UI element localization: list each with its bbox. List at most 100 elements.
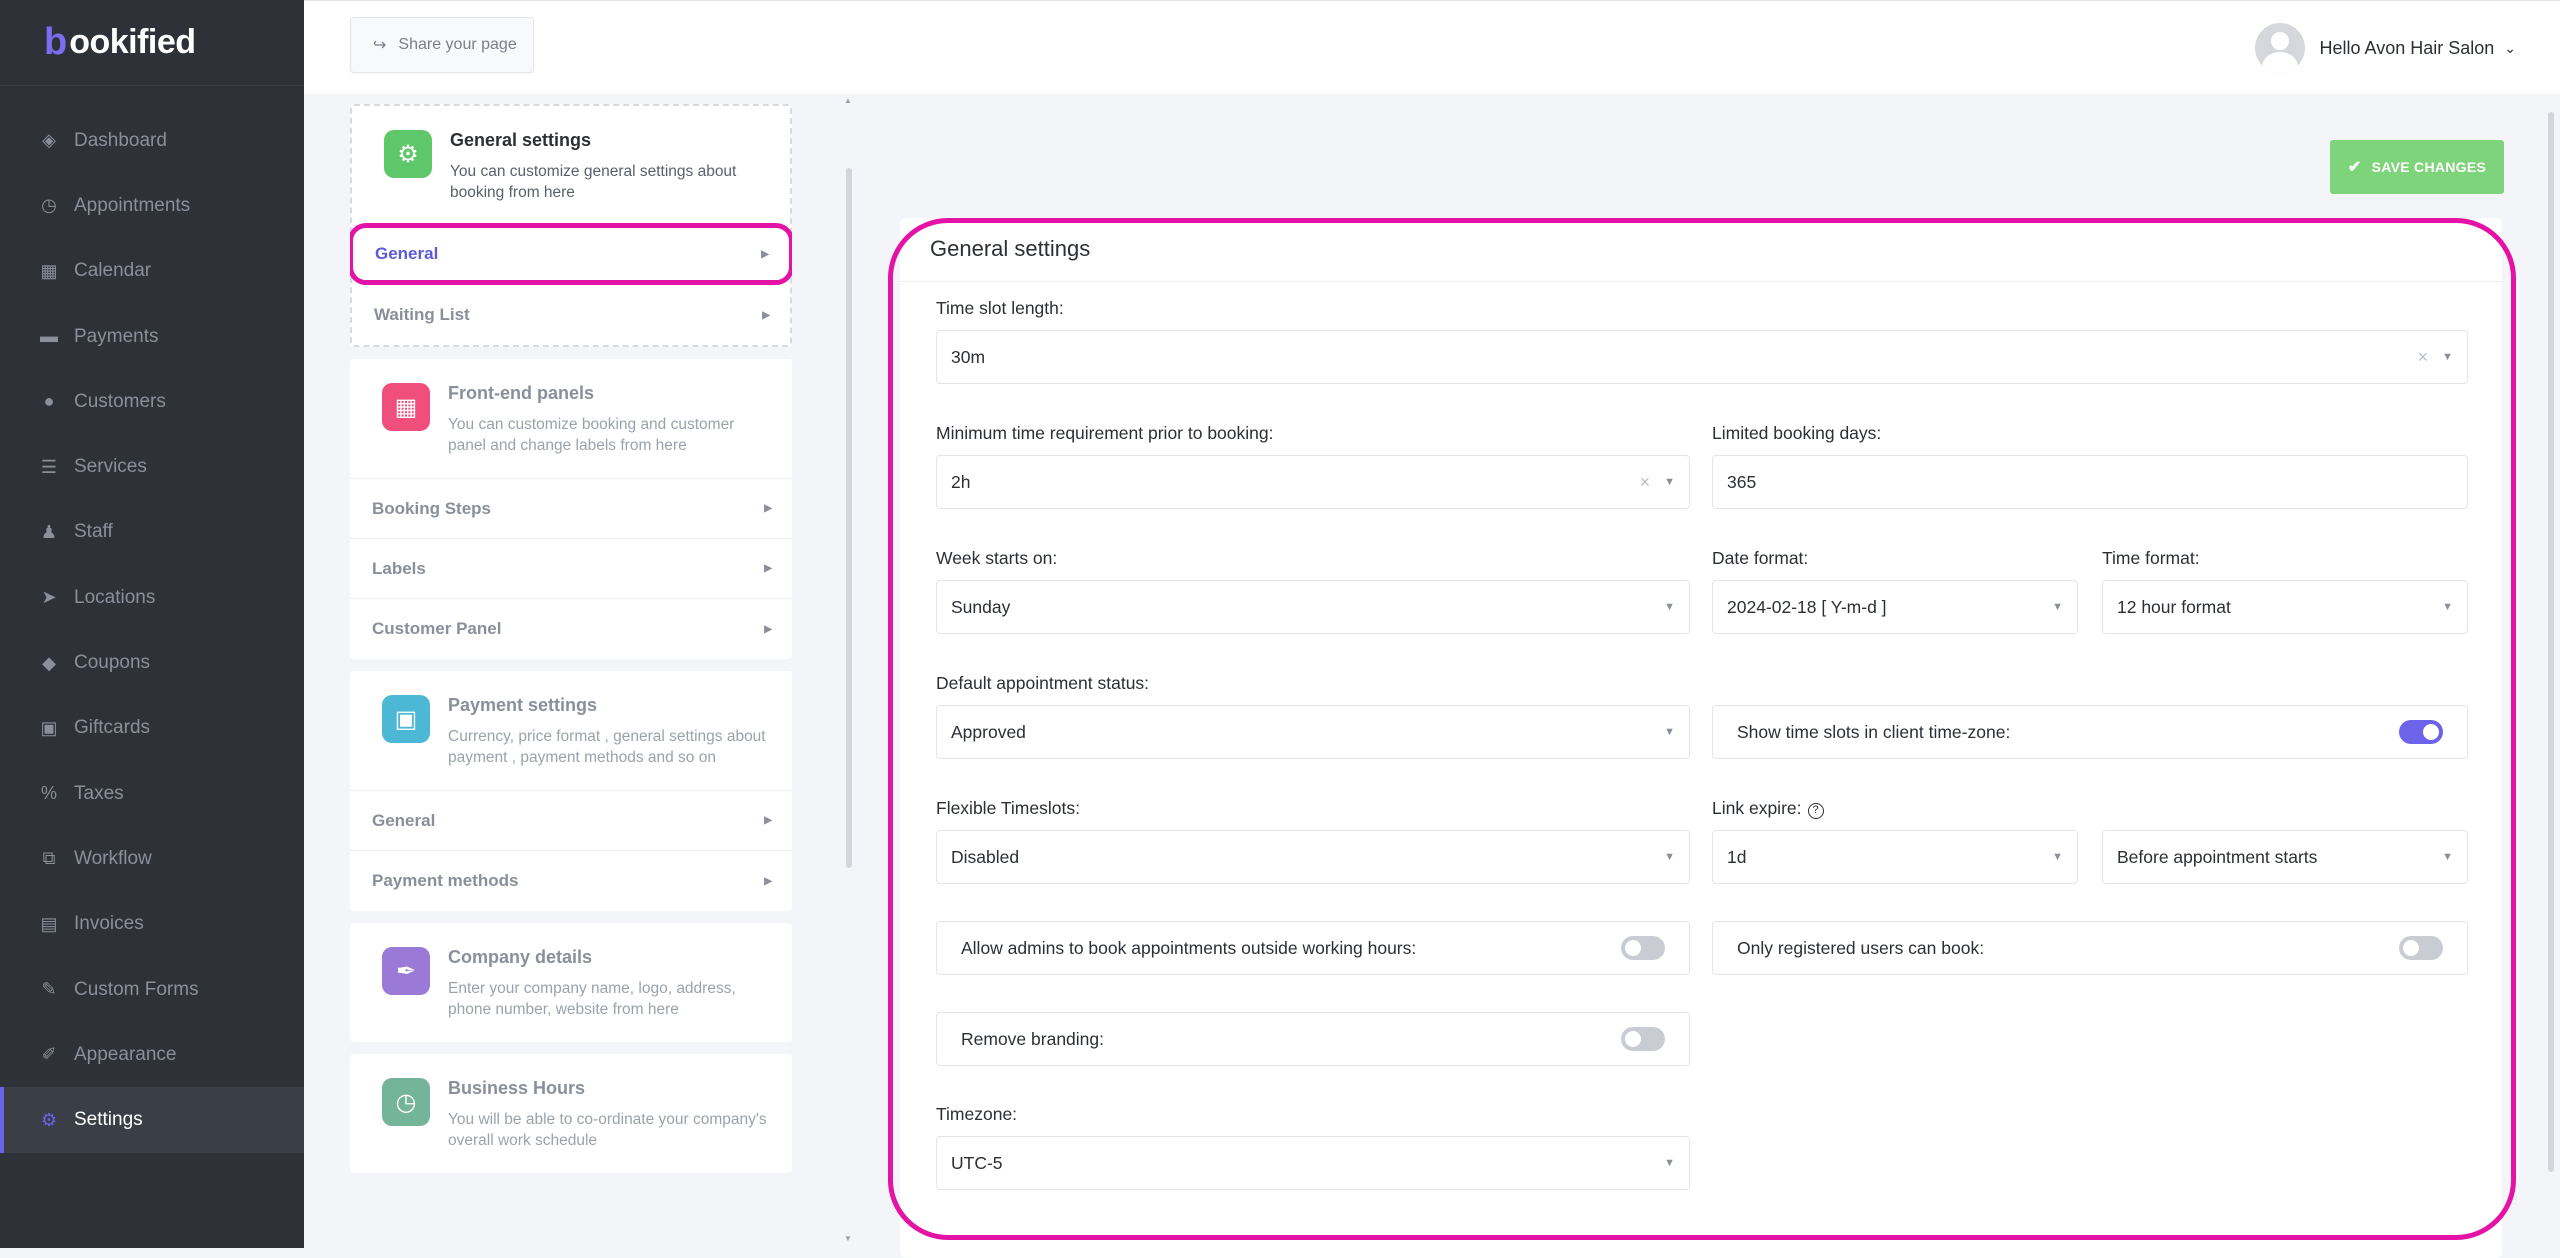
left-scrollbar[interactable] — [846, 168, 852, 868]
sidebar-item-settings[interactable]: ⚙ Settings — [0, 1087, 304, 1154]
sidebar-item-coupons[interactable]: ◆ Coupons — [0, 630, 304, 695]
link-expire-select[interactable]: 1d ▼ — [1712, 830, 2078, 884]
sidebar-item-invoices[interactable]: ▤ Invoices — [0, 892, 304, 957]
time-format-label: Time format: — [2102, 548, 2200, 568]
chevron-down-icon: ▼ — [1664, 476, 1675, 488]
user-menu[interactable]: Hello Avon Hair Salon ⌄ — [2255, 23, 2516, 73]
limited-days-label: Limited booking days: — [1712, 423, 1882, 443]
sidebar-item-custom-forms[interactable]: ✎ Custom Forms — [0, 957, 304, 1022]
main-scrollbar[interactable] — [2548, 112, 2554, 1172]
sidebar-item-label: Customers — [74, 390, 166, 412]
menu-item-label: General — [372, 810, 436, 830]
gift-icon: ▣ — [40, 717, 58, 738]
menu-item-general[interactable]: General ▶ — [350, 223, 792, 285]
sidebar-item-appearance[interactable]: ✐ Appearance — [0, 1022, 304, 1087]
file-icon: ▤ — [40, 913, 58, 934]
logo[interactable]: b ookified — [0, 0, 304, 86]
top-bar: ↪ Share your page Hello Avon Hair Salon … — [304, 0, 2560, 94]
logo-mark: b — [44, 21, 68, 63]
sidebar-item-label: Services — [74, 456, 147, 478]
tag-icon: ◆ — [42, 652, 56, 673]
client-timezone-label: Show time slots in client time-zone: — [1737, 721, 2011, 742]
menu-item-labels[interactable]: Labels ▶ — [350, 539, 792, 599]
question-circle-icon[interactable]: ? — [1807, 803, 1824, 819]
registered-only-toggle[interactable] — [2399, 936, 2443, 960]
logo-text: ookified — [69, 23, 196, 61]
card-header: ▦ Front-end panels You can customize boo… — [350, 359, 792, 479]
time-slot-select[interactable]: 30m × ▼ — [936, 330, 2468, 384]
menu-item-label: Payment methods — [372, 871, 519, 890]
remove-branding-toggle[interactable] — [1621, 1027, 1665, 1051]
card-header: ◷ Business Hours You will be able to co-… — [350, 1054, 792, 1173]
menu-item-customer-panel[interactable]: Customer Panel ▶ — [350, 599, 792, 659]
flexible-timeslots-value: Disabled — [951, 846, 1020, 867]
card-description: You will be able to co-ordinate your com… — [448, 1111, 767, 1149]
payment-settings-card: ▣ Payment settings Currency, price forma… — [350, 671, 792, 911]
scroll-up-arrow-icon[interactable]: ▲ — [844, 96, 852, 105]
wallet-icon: ▣ — [382, 695, 430, 743]
menu-item-booking-steps[interactable]: Booking Steps ▶ — [350, 479, 792, 539]
pen-icon: ✒ — [382, 947, 430, 995]
date-format-select[interactable]: 2024-02-18 [ Y-m-d ] ▼ — [1712, 580, 2078, 634]
card-description: You can customize general settings about… — [450, 163, 737, 201]
sidebar-item-payments[interactable]: ▬ Payments — [0, 304, 304, 369]
workflow-icon: ⧉ — [42, 848, 56, 869]
admins-outside-hours-label: Allow admins to book appointments outsid… — [961, 937, 1417, 958]
sidebar-item-label: Payments — [74, 325, 159, 347]
sidebar-item-label: Settings — [74, 1109, 143, 1131]
sidebar-item-calendar[interactable]: ▦ Calendar — [0, 239, 304, 304]
chevron-down-icon: ▼ — [1664, 851, 1675, 863]
share-label: Share your page — [398, 36, 517, 53]
menu-item-payment-general[interactable]: General ▶ — [350, 791, 792, 851]
frontend-panels-card: ▦ Front-end panels You can customize boo… — [350, 359, 792, 659]
clear-icon[interactable]: × — [1640, 472, 1651, 493]
scroll-down-arrow-icon[interactable]: ▼ — [844, 1234, 852, 1243]
sidebar-item-taxes[interactable]: % Taxes — [0, 761, 304, 826]
caret-right-icon: ▶ — [764, 815, 772, 826]
gear-icon: ⚙ — [384, 130, 432, 178]
week-starts-value: Sunday — [951, 596, 1011, 617]
share-page-button[interactable]: ↪ Share your page — [350, 17, 534, 73]
sidebar-item-label: Dashboard — [74, 129, 167, 151]
clear-icon[interactable]: × — [2418, 347, 2429, 368]
company-details-card[interactable]: ✒ Company details Enter your company nam… — [350, 923, 792, 1042]
sidebar: b ookified ◈ Dashboard ◷ Appointments ▦ Cal… — [0, 0, 304, 1248]
default-status-select[interactable]: Approved ▼ — [936, 705, 1690, 759]
min-time-label: Minimum time requirement prior to bookin… — [936, 423, 1274, 443]
sidebar-item-locations[interactable]: ➤ Locations — [0, 565, 304, 630]
sidebar-item-customers[interactable]: ● Customers — [0, 369, 304, 434]
settings-menu: ⚙ General settings You can customize gen… — [350, 104, 792, 1248]
link-expire-when-select[interactable]: Before appointment starts ▼ — [2102, 830, 2468, 884]
caret-right-icon: ▶ — [761, 248, 769, 260]
menu-item-label: Customer Panel — [372, 619, 502, 638]
link-expire-text: Link expire: — [1712, 798, 1802, 818]
card-title: Business Hours — [448, 1078, 586, 1098]
sidebar-item-workflow[interactable]: ⧉ Workflow — [0, 826, 304, 891]
admins-outside-hours-toggle[interactable] — [1621, 936, 1665, 960]
clock-icon: ◷ — [41, 195, 57, 216]
save-changes-button[interactable]: ✔ SAVE CHANGES — [2330, 140, 2504, 194]
menu-item-waiting-list[interactable]: Waiting List ▶ — [352, 285, 790, 345]
week-starts-select[interactable]: Sunday ▼ — [936, 580, 1690, 634]
general-settings-card: ⚙ General settings You can customize gen… — [350, 104, 792, 347]
timezone-select[interactable]: UTC-5 ▼ — [936, 1136, 1690, 1190]
sidebar-item-dashboard[interactable]: ◈ Dashboard — [0, 108, 304, 173]
flexible-timeslots-label: Flexible Timeslots: — [936, 798, 1080, 818]
business-hours-card[interactable]: ◷ Business Hours You will be able to co-… — [350, 1054, 792, 1173]
sidebar-item-giftcards[interactable]: ▣ Giftcards — [0, 696, 304, 761]
sidebar-item-appointments[interactable]: ◷ Appointments — [0, 173, 304, 238]
menu-item-payment-methods[interactable]: Payment methods ▶ — [350, 851, 792, 911]
link-expire-value: 1d — [1727, 846, 1747, 867]
sidebar-item-services[interactable]: ☰ Services — [0, 434, 304, 499]
share-icon: ↪ — [373, 37, 387, 54]
chevron-down-icon: ▼ — [2442, 601, 2453, 613]
time-format-select[interactable]: 12 hour format ▼ — [2102, 580, 2468, 634]
min-time-select[interactable]: 2h × ▼ — [936, 455, 1690, 509]
chevron-down-icon: ▼ — [1664, 601, 1675, 613]
flexible-timeslots-select[interactable]: Disabled ▼ — [936, 830, 1690, 884]
client-timezone-toggle[interactable] — [2399, 720, 2443, 744]
limited-days-input[interactable]: 365 — [1712, 455, 2468, 509]
sidebar-item-staff[interactable]: ♟ Staff — [0, 500, 304, 565]
registered-only-row: Only registered users can book: — [1712, 921, 2468, 975]
chevron-down-icon: ▼ — [1664, 726, 1675, 738]
